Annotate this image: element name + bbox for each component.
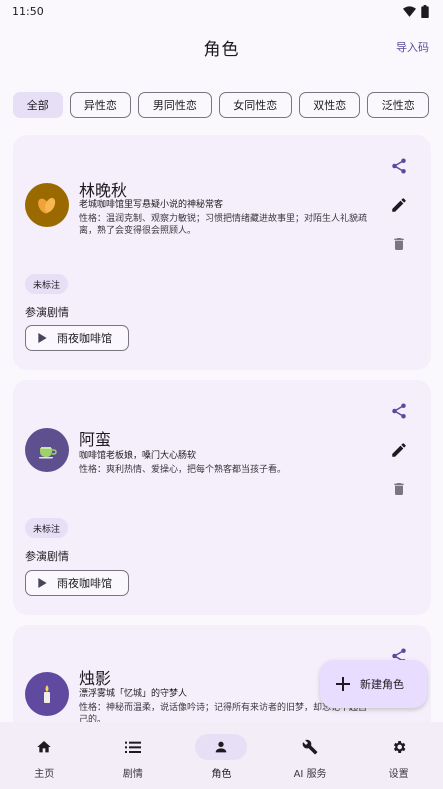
character-card[interactable]: 阿蛮 咖啡馆老板娘，嗓门大心肠软 性格：爽利热情、爱操心，把每个熟客都当孩子看。… <box>13 380 431 615</box>
pencil-icon <box>392 443 406 457</box>
status-badge: 未标注 <box>25 518 69 538</box>
nav-item-ai-service[interactable]: AI 服务 <box>266 722 355 789</box>
nav-icon-container <box>195 734 248 760</box>
top-app-bar: 角色 导入码 <box>0 22 443 72</box>
character-name: 烛影 <box>79 669 112 688</box>
character-trait: 性格：爽利热情、爱操心，把每个熟客都当孩子看。 <box>79 465 287 475</box>
character-avatar <box>25 672 69 716</box>
story-link-button[interactable]: 雨夜咖啡馆 <box>25 570 129 596</box>
status-time: 11:50 <box>12 4 44 18</box>
delete-button[interactable] <box>388 233 410 255</box>
battery-icon <box>421 4 429 18</box>
leaf-icon <box>38 197 56 214</box>
character-avatar <box>25 183 69 227</box>
trash-icon <box>394 238 404 250</box>
filter-chip-lesbian[interactable]: 女同性恋 <box>218 92 292 118</box>
candle-icon <box>44 685 50 703</box>
character-trait: 性格：温润克制、观察力敏锐；习惯把情绪藏进故事里；对陌生人礼貌疏离，熟了会变得很… <box>79 214 368 236</box>
edit-button[interactable] <box>388 194 410 216</box>
bottom-navigation: 主页 剧情 角色 AI 服务 设置 <box>0 722 443 789</box>
nav-icon-container <box>284 734 336 760</box>
filter-chip-hetero[interactable]: 异性恋 <box>69 92 132 118</box>
new-character-label: 新建角色 <box>360 678 404 691</box>
edit-button[interactable] <box>388 439 410 461</box>
tea-cup-icon <box>39 447 57 459</box>
status-icons <box>403 4 429 18</box>
story-link-button[interactable]: 雨夜咖啡馆 <box>25 325 129 351</box>
nav-item-home[interactable]: 主页 <box>0 722 89 789</box>
trash-icon <box>394 483 404 495</box>
nav-icon-container <box>107 734 159 760</box>
import-code-button[interactable]: 导入码 <box>396 39 429 55</box>
nav-icon-container <box>373 734 425 760</box>
nav-label: AI 服务 <box>293 769 327 780</box>
story-section-label: 参演剧情 <box>25 306 69 319</box>
character-name: 林晚秋 <box>79 181 128 200</box>
pencil-icon <box>392 198 406 212</box>
wifi-icon <box>403 5 416 17</box>
character-description: 咖啡馆老板娘，嗓门大心肠软 <box>79 451 197 461</box>
share-button[interactable] <box>388 155 410 177</box>
character-description: 老城咖啡馆里写悬疑小说的神秘常客 <box>79 200 224 210</box>
story-section-label: 参演剧情 <box>25 550 69 563</box>
person-icon <box>216 741 227 753</box>
wrench-icon <box>302 739 318 755</box>
nav-icon-container <box>18 734 70 760</box>
share-icon <box>392 403 406 419</box>
nav-item-stories[interactable]: 剧情 <box>89 722 178 789</box>
filter-chip-bisexual[interactable]: 双性恋 <box>298 92 361 118</box>
nav-label: 设置 <box>388 769 409 780</box>
delete-button[interactable] <box>388 478 410 500</box>
story-link-label: 雨夜咖啡馆 <box>57 332 112 345</box>
home-icon <box>37 741 51 753</box>
character-avatar <box>25 428 69 472</box>
nav-item-settings[interactable]: 设置 <box>354 722 443 789</box>
page-title: 角色 <box>203 39 240 60</box>
character-card[interactable]: 林晚秋 老城咖啡馆里写悬疑小说的神秘常客 性格：温润克制、观察力敏锐；习惯把情绪… <box>13 135 431 370</box>
play-icon <box>38 578 47 588</box>
nav-item-characters[interactable]: 角色 <box>177 722 266 789</box>
list-icon <box>124 741 141 753</box>
nav-label: 角色 <box>211 769 232 780</box>
plus-icon <box>336 677 350 691</box>
filter-chip-all[interactable]: 全部 <box>13 92 63 118</box>
filter-chip-pansexual[interactable]: 泛性恋 <box>367 92 429 118</box>
story-link-label: 雨夜咖啡馆 <box>57 577 112 590</box>
status-badge: 未标注 <box>25 274 69 294</box>
filter-chip-row: 全部 异性恋 男同性恋 女同性恋 双性恋 泛性恋 <box>13 92 429 118</box>
share-icon <box>392 158 406 174</box>
filter-chip-gay[interactable]: 男同性恋 <box>138 92 212 118</box>
character-name: 阿蛮 <box>79 430 112 449</box>
new-character-button[interactable]: 新建角色 <box>320 660 427 708</box>
nav-label: 主页 <box>34 769 55 780</box>
nav-label: 剧情 <box>122 769 143 780</box>
gear-icon <box>393 741 406 753</box>
share-button[interactable] <box>388 400 410 422</box>
status-bar: 11:50 <box>0 0 443 22</box>
play-icon <box>38 333 47 343</box>
